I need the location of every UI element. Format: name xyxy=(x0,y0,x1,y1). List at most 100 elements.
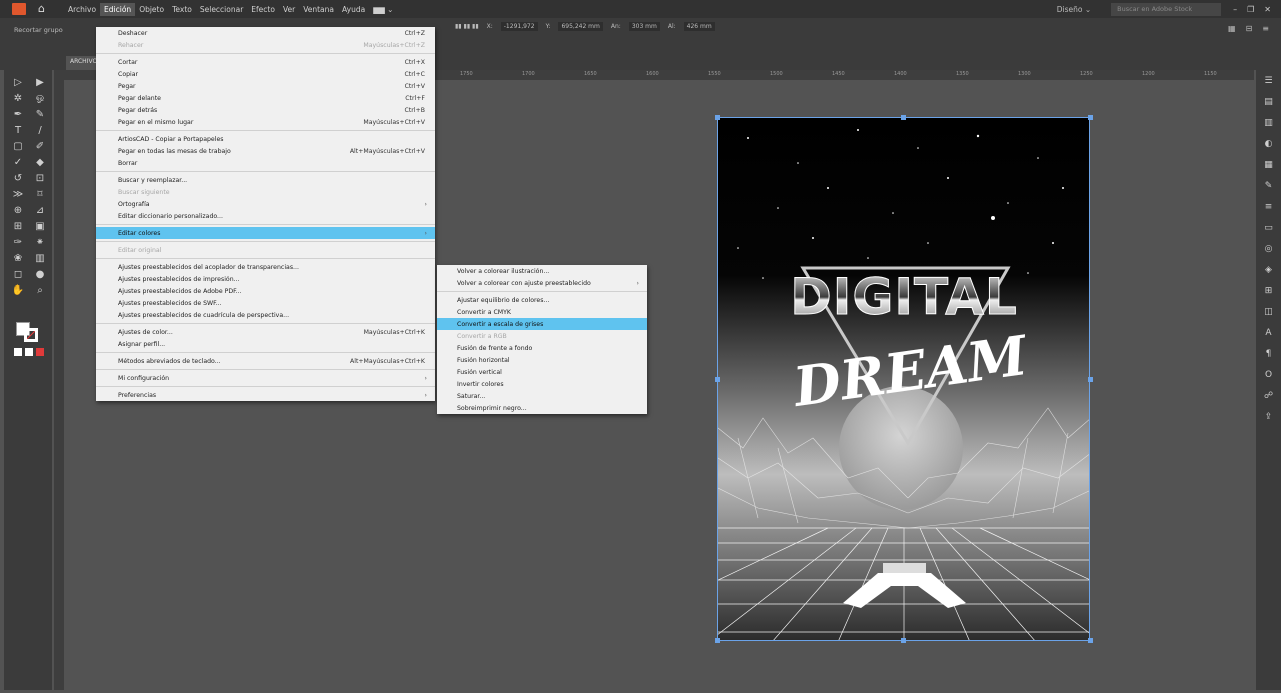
lasso-tool-icon[interactable]: ஓ xyxy=(31,92,49,104)
edit-menu-item[interactable]: Ajustes preestablecidos de SWF... xyxy=(96,297,435,309)
menu-seleccionar[interactable]: Seleccionar xyxy=(196,3,247,16)
slice-tool-icon[interactable]: ● xyxy=(31,268,49,280)
opentype-icon[interactable]: O xyxy=(1256,364,1281,385)
edit-menu-item[interactable]: Asignar perfil... xyxy=(96,338,435,350)
transparency-icon[interactable]: ◎ xyxy=(1256,238,1281,259)
close-icon[interactable]: ✕ xyxy=(1264,5,1271,14)
selection-handle[interactable] xyxy=(1088,638,1093,643)
edit-menu-item[interactable]: Ajustes preestablecidos de Adobe PDF... xyxy=(96,285,435,297)
edit-menu-item[interactable]: Copiar Ctrl+C xyxy=(96,68,435,80)
edit-menu-item[interactable]: Métodos abreviados de teclado... Alt+Mayú… xyxy=(96,355,435,367)
mesh-tool-icon[interactable]: ⊞ xyxy=(9,220,27,232)
stroke-icon[interactable]: ≡ xyxy=(1256,196,1281,217)
color-icon[interactable]: ◐ xyxy=(1256,133,1281,154)
free-transform-tool-icon[interactable]: ⌑ xyxy=(31,188,49,200)
edit-menu-item[interactable]: Pegar en todas las mesas de trabajo Alt+M… xyxy=(96,145,435,157)
selection-handle[interactable] xyxy=(901,638,906,643)
home-icon[interactable]: ⌂ xyxy=(38,3,50,15)
panel-options-icon[interactable]: ≡ xyxy=(1262,24,1269,33)
rectangle-tool-icon[interactable]: ▢ xyxy=(9,140,27,152)
line-tool-icon[interactable]: / xyxy=(31,124,49,136)
shape-builder-tool-icon[interactable]: ⊕ xyxy=(9,204,27,216)
gradient-tool-icon[interactable]: ▣ xyxy=(31,220,49,232)
edit-colors-item[interactable]: Convertir a escala de grises xyxy=(437,318,647,330)
edit-colors-item[interactable]: Fusión horizontal xyxy=(437,354,647,366)
restore-icon[interactable]: ❐ xyxy=(1247,5,1254,14)
align-icons[interactable]: ▮▮ ▮▮ ▮▮ xyxy=(455,23,479,30)
workspace-switcher[interactable]: Diseño ⌄ xyxy=(1057,5,1091,14)
y-field[interactable]: 695,242 mm xyxy=(558,22,603,31)
symbol-sprayer-tool-icon[interactable]: ❀ xyxy=(9,252,27,264)
artboard-poster[interactable]: DIGITAL DREAM xyxy=(717,117,1090,641)
x-field[interactable]: -1291,972 xyxy=(500,22,538,31)
eyedropper-tool-icon[interactable]: ✑ xyxy=(9,236,27,248)
edit-colors-item[interactable]: Volver a colorear ilustración... xyxy=(437,265,647,277)
stock-search-input[interactable]: Buscar en Adobe Stock xyxy=(1111,2,1222,16)
edit-menu-item[interactable]: Ortografía › xyxy=(96,198,435,210)
width-field[interactable]: 303 mm xyxy=(628,22,660,31)
gradient-icon[interactable]: ▭ xyxy=(1256,217,1281,238)
gradient-mode-icon[interactable] xyxy=(25,348,33,356)
edit-colors-item[interactable]: Fusión de frente a fondo xyxy=(437,342,647,354)
edit-menu-item[interactable]: Buscar y reemplazar... xyxy=(96,174,435,186)
selection-handle[interactable] xyxy=(715,377,720,382)
align-icon[interactable]: ⊞ xyxy=(1256,280,1281,301)
pen-tool-icon[interactable]: ✒ xyxy=(9,108,27,120)
scale-tool-icon[interactable]: ⊡ xyxy=(31,172,49,184)
edit-menu-item[interactable]: Pegar Ctrl+V xyxy=(96,80,435,92)
direct-selection-tool-icon[interactable]: ▶ xyxy=(31,76,49,88)
selection-handle[interactable] xyxy=(715,115,720,120)
export-icon[interactable]: ⇪ xyxy=(1256,406,1281,427)
character-icon[interactable]: A xyxy=(1256,322,1281,343)
zoom-tool-icon[interactable]: ⌕ xyxy=(31,284,49,296)
layers-icon[interactable]: ▤ xyxy=(1256,91,1281,112)
menu-edicion[interactable]: Edición xyxy=(100,2,136,16)
magic-wand-tool-icon[interactable]: ✲ xyxy=(9,92,27,104)
edit-menu-item[interactable]: Cortar Ctrl+X xyxy=(96,56,435,68)
edit-colors-item[interactable]: Fusión vertical xyxy=(437,366,647,378)
edit-colors-item[interactable]: Volver a colorear con ajuste preestablec… xyxy=(437,277,647,289)
menu-objeto[interactable]: Objeto xyxy=(135,3,168,16)
glyphs-icon[interactable]: ☍ xyxy=(1256,385,1281,406)
edit-menu-item[interactable]: Pegar en el mismo lugar Mayúsculas+Ctrl+V xyxy=(96,116,435,128)
eraser-tool-icon[interactable]: ◆ xyxy=(31,156,49,168)
arrange-documents-icon[interactable]: ▆▆ ⌄ xyxy=(369,3,397,16)
edit-menu-item[interactable]: Ajustes preestablecidos de cuadrícula de… xyxy=(96,309,435,321)
type-tool-icon[interactable]: T xyxy=(9,124,27,136)
height-field[interactable]: 426 mm xyxy=(683,22,715,31)
menu-efecto[interactable]: Efecto xyxy=(247,3,279,16)
arrange-icon[interactable]: ⊟ xyxy=(1246,24,1253,33)
appearance-icon[interactable]: ◈ xyxy=(1256,259,1281,280)
selection-handle[interactable] xyxy=(1088,115,1093,120)
edit-colors-item[interactable]: Invertir colores xyxy=(437,378,647,390)
menu-archivo[interactable]: Archivo xyxy=(64,3,100,16)
brushes-icon[interactable]: ✎ xyxy=(1256,175,1281,196)
blend-tool-icon[interactable]: ⁕ xyxy=(31,236,49,248)
menu-ayuda[interactable]: Ayuda xyxy=(338,3,369,16)
paragraph-icon[interactable]: ¶ xyxy=(1256,343,1281,364)
graph-tool-icon[interactable]: ▥ xyxy=(31,252,49,264)
selection-handle[interactable] xyxy=(715,638,720,643)
grid-icon[interactable]: ▦ xyxy=(1228,24,1236,33)
edit-colors-item[interactable]: Sobreimprimir negro... xyxy=(437,402,647,414)
swatches-icon[interactable]: ▦ xyxy=(1256,154,1281,175)
edit-menu-item[interactable]: Pegar detrás Ctrl+B xyxy=(96,104,435,116)
selection-handle[interactable] xyxy=(901,115,906,120)
edit-menu-item[interactable]: Deshacer Ctrl+Z xyxy=(96,27,435,39)
menu-ventana[interactable]: Ventana xyxy=(299,3,338,16)
menu-texto[interactable]: Texto xyxy=(168,3,196,16)
edit-menu-item[interactable]: Preferencias › xyxy=(96,389,435,401)
edit-menu-item[interactable]: ArtiosCAD - Copiar a Portapapeles xyxy=(96,133,435,145)
edit-colors-item[interactable]: Convertir a CMYK xyxy=(437,306,647,318)
curvature-tool-icon[interactable]: ✎ xyxy=(31,108,49,120)
selection-handle[interactable] xyxy=(1088,377,1093,382)
width-tool-icon[interactable]: ≫ xyxy=(9,188,27,200)
rotate-tool-icon[interactable]: ↺ xyxy=(9,172,27,184)
pathfinder-icon[interactable]: ◫ xyxy=(1256,301,1281,322)
edit-menu-item[interactable]: Pegar delante Ctrl+F xyxy=(96,92,435,104)
menu-ver[interactable]: Ver xyxy=(279,3,299,16)
edit-menu-item[interactable]: Ajustes preestablecidos de impresión... xyxy=(96,273,435,285)
perspective-grid-tool-icon[interactable]: ⊿ xyxy=(31,204,49,216)
color-mode-icon[interactable] xyxy=(14,348,22,356)
properties-icon[interactable]: ☰ xyxy=(1256,70,1281,91)
